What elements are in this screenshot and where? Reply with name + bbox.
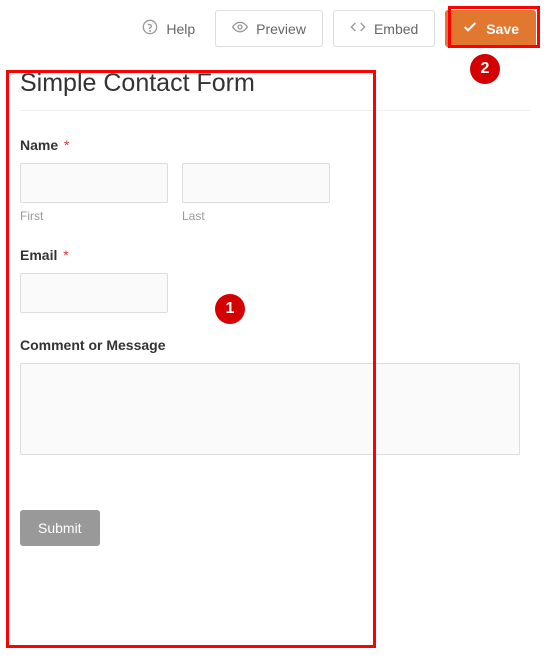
required-mark: *: [64, 137, 69, 153]
name-field: Name * First Last: [20, 137, 530, 223]
name-label-text: Name: [20, 137, 58, 153]
email-input[interactable]: [20, 273, 168, 313]
last-sublabel: Last: [182, 209, 330, 223]
save-label: Save: [486, 21, 519, 37]
embed-button[interactable]: Embed: [333, 10, 435, 47]
divider: [20, 110, 530, 111]
first-name-input[interactable]: [20, 163, 168, 203]
preview-label: Preview: [256, 21, 306, 37]
name-label: Name *: [20, 137, 530, 153]
embed-label: Embed: [374, 21, 418, 37]
required-mark: *: [63, 247, 68, 263]
email-label-text: Email: [20, 247, 57, 263]
help-label: Help: [166, 21, 195, 37]
first-sublabel: First: [20, 209, 168, 223]
save-button[interactable]: Save: [445, 10, 536, 47]
form-builder-preview: Simple Contact Form Name * First Last Em…: [0, 57, 550, 566]
preview-button[interactable]: Preview: [215, 10, 323, 47]
submit-button[interactable]: Submit: [20, 510, 100, 546]
code-icon: [350, 19, 366, 38]
eye-icon: [232, 19, 248, 38]
toolbar: Help Preview Embed Save: [0, 0, 550, 57]
help-icon: [142, 19, 158, 38]
comment-textarea[interactable]: [20, 363, 520, 455]
comment-label: Comment or Message: [20, 337, 530, 353]
last-name-input[interactable]: [182, 163, 330, 203]
form-title: Simple Contact Form: [20, 69, 530, 98]
email-field: Email *: [20, 247, 530, 313]
email-label: Email *: [20, 247, 530, 263]
help-button[interactable]: Help: [132, 11, 205, 46]
check-icon: [462, 19, 478, 38]
comment-field: Comment or Message: [20, 337, 530, 460]
